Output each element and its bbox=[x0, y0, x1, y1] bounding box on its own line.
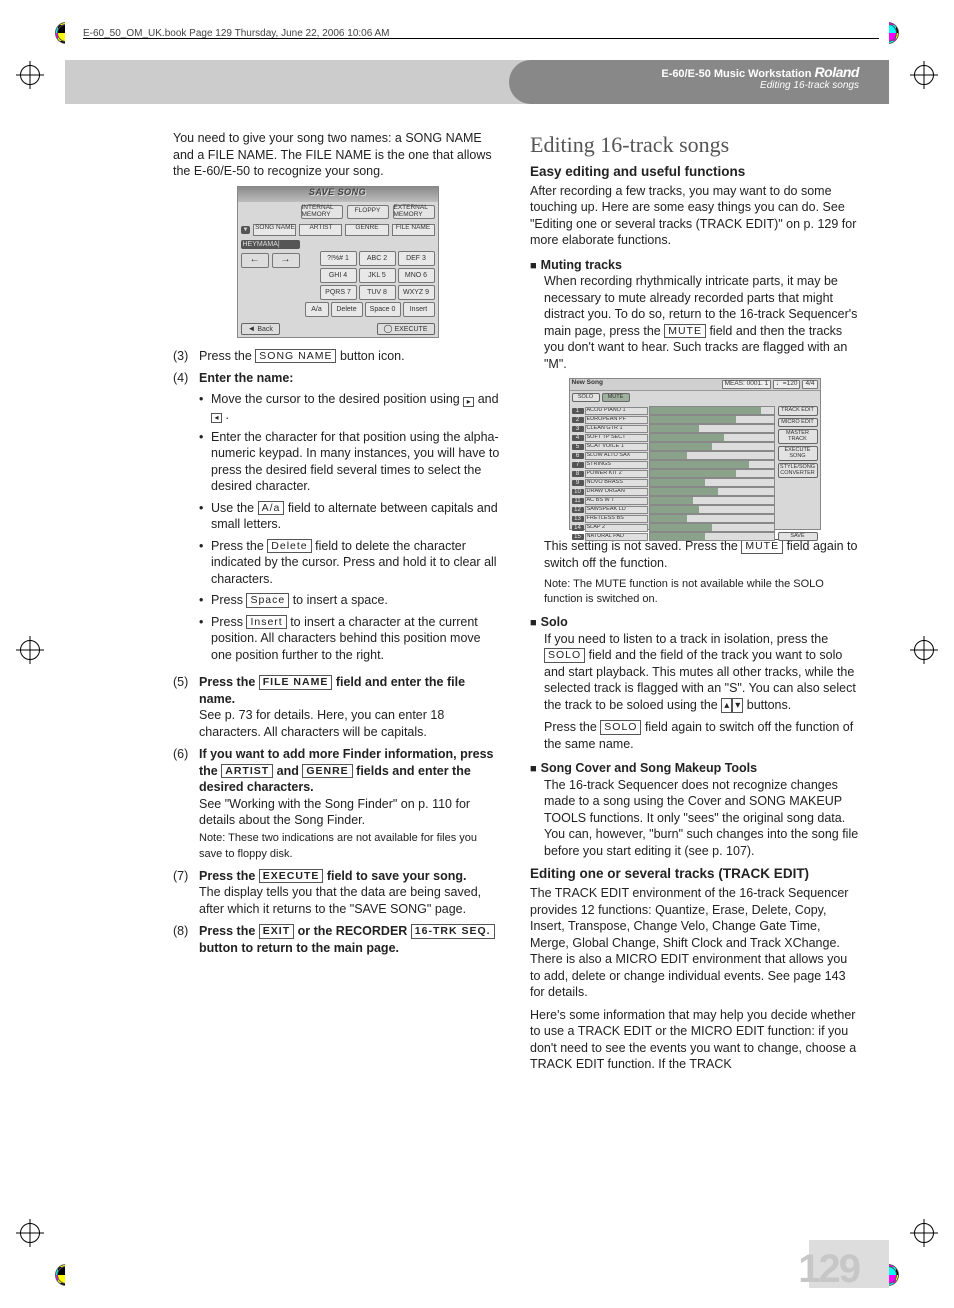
step3-pre: Press the bbox=[199, 349, 255, 363]
song-name-button: SONG NAME bbox=[255, 349, 336, 364]
up-key-icon: ▴ bbox=[721, 698, 732, 713]
cover-heading: Song Cover and Song Makeup Tools bbox=[530, 760, 859, 777]
ss-field: SONG NAME bbox=[253, 224, 296, 236]
track-screenshot: New Song MEAS: 0001. 1 ♩=120 4/4 SOLO MU… bbox=[569, 378, 821, 530]
ss-arrow-left: ← bbox=[241, 253, 269, 268]
ss-back: ◄ Back bbox=[241, 323, 280, 335]
doc-section: Editing 16-track songs bbox=[760, 80, 859, 91]
ss-field: ARTIST bbox=[299, 224, 342, 236]
reg-mark bbox=[20, 65, 40, 85]
down-key-icon: ▾ bbox=[732, 698, 743, 713]
aa-button: A/a bbox=[258, 501, 285, 516]
trackedit-heading: Editing one or several tracks (TRACK EDI… bbox=[530, 865, 859, 883]
product-name: E-60/E-50 Music Workstation bbox=[661, 68, 811, 80]
note-text: Note: These two indications are not avai… bbox=[199, 832, 477, 861]
header-tab: E-60/E-50 Music Workstation Roland Editi… bbox=[509, 60, 889, 104]
reg-mark bbox=[914, 640, 934, 660]
delete-button: Delete bbox=[267, 539, 311, 554]
intro-text: You need to give your song two names: a … bbox=[173, 130, 502, 180]
solo-button: SOLO bbox=[544, 648, 585, 663]
save-song-screenshot: SAVE SONG INTERNAL MEMORY FLOPPY EXTERNA… bbox=[237, 186, 439, 338]
ss-keypad: ?!%# 1 ABC 2 DEF 3 GHI 4 JKL 5 MNO 6 PQR… bbox=[317, 251, 438, 302]
right-column: Editing 16-track songs Easy editing and … bbox=[530, 130, 859, 1248]
header-rule bbox=[83, 38, 879, 39]
ss-tab: INTERNAL MEMORY bbox=[301, 205, 343, 219]
reg-mark bbox=[914, 65, 934, 85]
space-button: Space bbox=[246, 593, 289, 608]
ss-title: SAVE SONG bbox=[238, 187, 438, 202]
file-name-button: FILE NAME bbox=[259, 675, 333, 690]
genre-button: GENRE bbox=[302, 764, 352, 779]
cursor-left-icon: ◂ bbox=[211, 413, 222, 423]
step3-post: button icon. bbox=[340, 349, 405, 363]
step4: Enter the name: bbox=[199, 371, 293, 385]
ss-tab: EXTERNAL MEMORY bbox=[393, 205, 435, 219]
artist-button: ARTIST bbox=[221, 764, 273, 779]
easy-body: After recording a few tracks, you may wa… bbox=[530, 183, 859, 249]
reg-mark bbox=[20, 1223, 40, 1243]
content-columns: You need to give your song two names: a … bbox=[173, 130, 859, 1248]
seq-button: 16-TRK SEQ. bbox=[411, 924, 495, 939]
ss-execute: ◯ EXECUTE bbox=[377, 323, 435, 335]
cursor-right-icon: ▸ bbox=[463, 397, 474, 407]
exit-button: EXIT bbox=[259, 924, 294, 939]
ss-name-value: HEYMAMA| bbox=[241, 240, 300, 249]
section-title: Editing 16-track songs bbox=[530, 130, 859, 159]
insert-button: Insert bbox=[246, 615, 286, 630]
ss-tab: FLOPPY bbox=[347, 205, 389, 219]
page-number: 129 bbox=[798, 1247, 859, 1292]
page: E-60_50_OM_UK.book Page 129 Thursday, Ju… bbox=[65, 20, 889, 1288]
reg-mark bbox=[914, 1223, 934, 1243]
ss-field: FILE NAME bbox=[392, 224, 435, 236]
left-column: You need to give your song two names: a … bbox=[173, 130, 502, 1248]
brand-logo: Roland bbox=[815, 64, 859, 80]
easy-heading: Easy editing and useful functions bbox=[530, 163, 859, 181]
mute-heading: Muting tracks bbox=[530, 257, 859, 274]
execute-button: EXECUTE bbox=[259, 869, 324, 884]
mute-note: Note: The MUTE function is not available… bbox=[544, 577, 859, 606]
mute-button: MUTE bbox=[664, 324, 706, 339]
reg-mark bbox=[20, 640, 40, 660]
ss-field: GENRE bbox=[345, 224, 388, 236]
solo-heading: Solo bbox=[530, 614, 859, 631]
ss-arrow-right: → bbox=[272, 253, 300, 268]
solo-button: SOLO bbox=[600, 720, 641, 735]
